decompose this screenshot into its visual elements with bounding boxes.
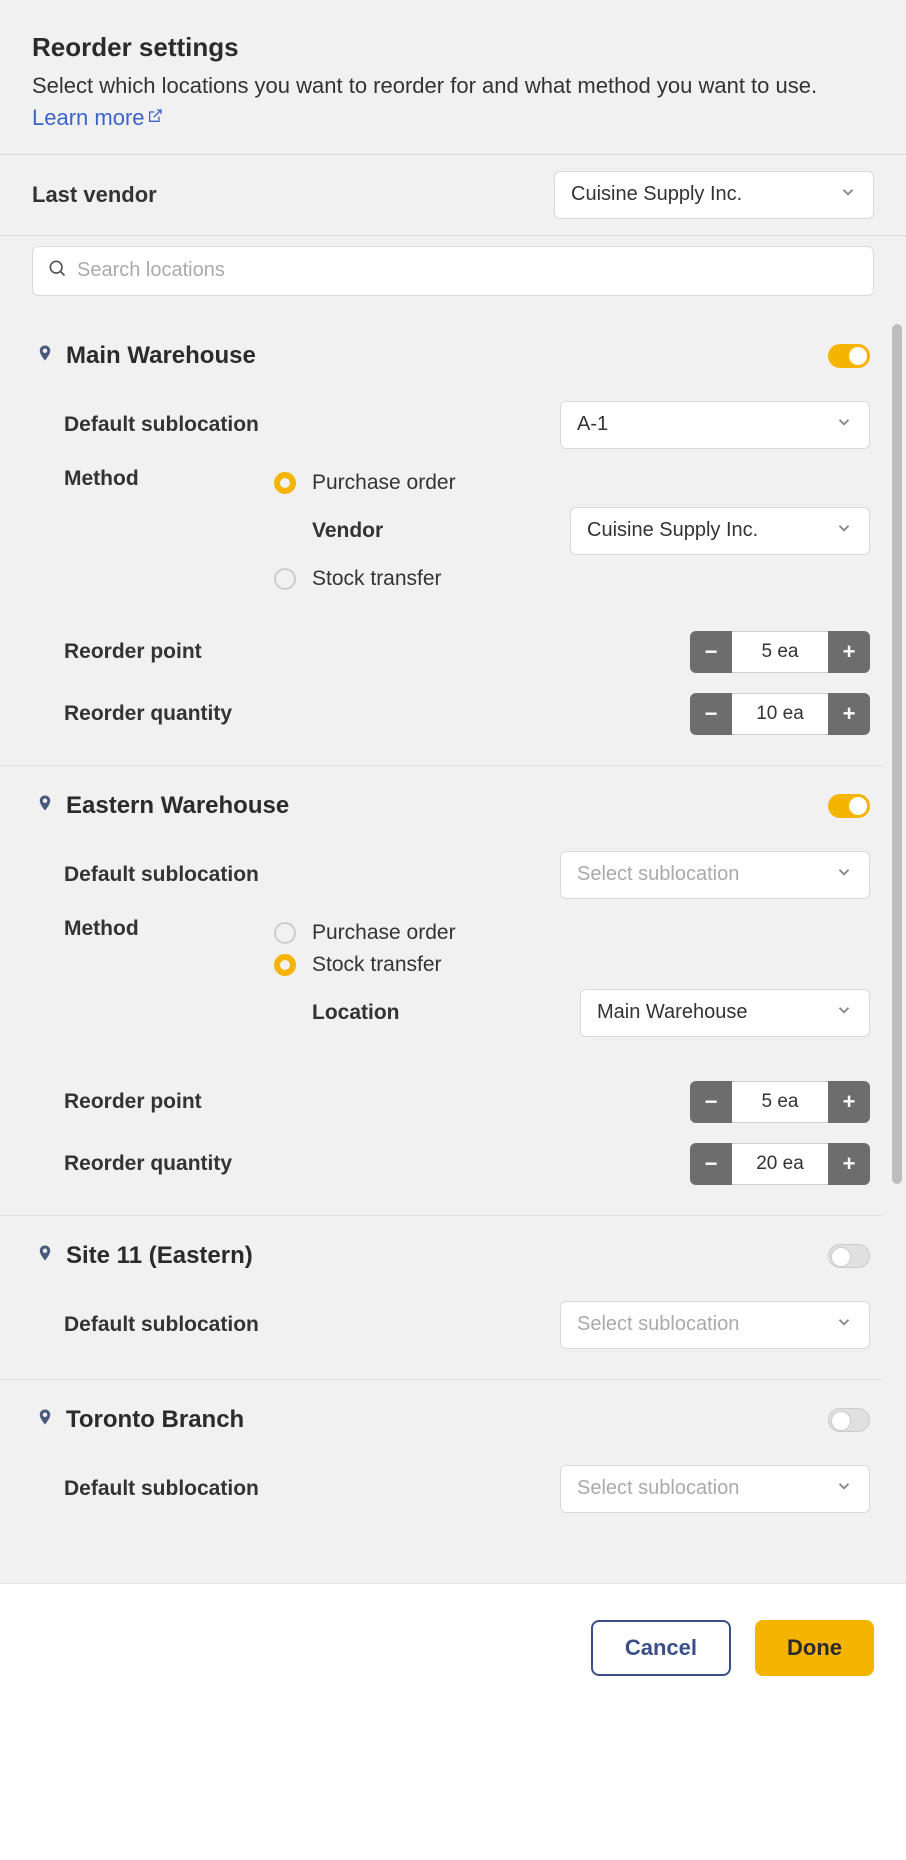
transfer-location-value: Main Warehouse [597, 1001, 747, 1024]
method-stock-transfer-radio[interactable]: Stock transfer [274, 563, 870, 595]
stepper-plus-button[interactable]: + [828, 1143, 870, 1185]
vendor-label: Vendor [312, 519, 383, 543]
reorder-point-stepper: − 5 ea + [690, 1081, 870, 1123]
radio-icon [274, 922, 296, 944]
stepper-plus-button[interactable]: + [828, 693, 870, 735]
external-link-icon [147, 102, 163, 133]
reorder-quantity-value[interactable]: 20 ea [732, 1143, 828, 1185]
learn-more-link[interactable]: Learn more [32, 105, 163, 130]
subtitle-text: Select which locations you want to reord… [32, 73, 817, 98]
default-sublocation-label: Default sublocation [64, 863, 259, 887]
radio-icon [274, 568, 296, 590]
method-purchase-order-radio[interactable]: Purchase order [274, 917, 870, 949]
sublocation-placeholder: Select sublocation [577, 863, 739, 886]
location-toggle[interactable] [828, 344, 870, 368]
search-icon [47, 258, 67, 283]
location-card: Toronto Branch Default sublocation Selec… [0, 1380, 882, 1543]
default-sublocation-label: Default sublocation [64, 413, 259, 437]
stepper-plus-button[interactable]: + [828, 631, 870, 673]
reorder-point-label: Reorder point [64, 1090, 202, 1114]
method-label: Method [64, 917, 274, 941]
cancel-button[interactable]: Cancel [591, 1620, 731, 1676]
reorder-point-value[interactable]: 5 ea [732, 1081, 828, 1123]
sublocation-select[interactable]: A-1 [560, 401, 870, 449]
location-name: Eastern Warehouse [66, 792, 289, 820]
location-pin-icon [36, 792, 54, 821]
reorder-quantity-label: Reorder quantity [64, 1152, 232, 1176]
reorder-quantity-label: Reorder quantity [64, 702, 232, 726]
reorder-point-value[interactable]: 5 ea [732, 631, 828, 673]
search-locations-field[interactable] [32, 246, 874, 296]
sublocation-placeholder: Select sublocation [577, 1313, 739, 1336]
reorder-quantity-stepper: − 20 ea + [690, 1143, 870, 1185]
sublocation-select[interactable]: Select sublocation [560, 851, 870, 899]
sublocation-placeholder: Select sublocation [577, 1477, 739, 1500]
method-purchase-order-label: Purchase order [312, 471, 456, 495]
last-vendor-label: Last vendor [32, 182, 157, 208]
location-toggle[interactable] [828, 1408, 870, 1432]
chevron-down-icon [835, 1001, 853, 1025]
sublocation-value: A-1 [577, 413, 608, 436]
stepper-minus-button[interactable]: − [690, 1081, 732, 1123]
location-pin-icon [36, 1242, 54, 1271]
scrollbar[interactable] [892, 324, 902, 1184]
transfer-location-label: Location [312, 1001, 400, 1025]
chevron-down-icon [835, 1313, 853, 1337]
stepper-plus-button[interactable]: + [828, 1081, 870, 1123]
search-input[interactable] [77, 259, 859, 282]
location-toggle[interactable] [828, 794, 870, 818]
vendor-value: Cuisine Supply Inc. [587, 519, 758, 542]
reorder-quantity-stepper: − 10 ea + [690, 693, 870, 735]
location-name: Toronto Branch [66, 1406, 244, 1434]
chevron-down-icon [835, 1477, 853, 1501]
default-sublocation-label: Default sublocation [64, 1477, 259, 1501]
stepper-minus-button[interactable]: − [690, 1143, 732, 1185]
radio-icon [274, 954, 296, 976]
method-stock-transfer-label: Stock transfer [312, 567, 442, 591]
reorder-point-label: Reorder point [64, 640, 202, 664]
method-label: Method [64, 467, 274, 491]
location-card: Site 11 (Eastern) Default sublocation Se… [0, 1216, 882, 1380]
chevron-down-icon [839, 183, 857, 207]
method-purchase-order-label: Purchase order [312, 921, 456, 945]
method-stock-transfer-label: Stock transfer [312, 953, 442, 977]
sublocation-select[interactable]: Select sublocation [560, 1465, 870, 1513]
location-toggle[interactable] [828, 1244, 870, 1268]
reorder-point-stepper: − 5 ea + [690, 631, 870, 673]
default-sublocation-label: Default sublocation [64, 1313, 259, 1337]
vendor-select[interactable]: Cuisine Supply Inc. [570, 507, 870, 555]
chevron-down-icon [835, 863, 853, 887]
method-stock-transfer-radio[interactable]: Stock transfer [274, 949, 870, 981]
location-pin-icon [36, 342, 54, 371]
stepper-minus-button[interactable]: − [690, 631, 732, 673]
radio-icon [274, 472, 296, 494]
done-button[interactable]: Done [755, 1620, 874, 1676]
chevron-down-icon [835, 519, 853, 543]
method-purchase-order-radio[interactable]: Purchase order [274, 467, 870, 499]
location-pin-icon [36, 1406, 54, 1435]
transfer-location-select[interactable]: Main Warehouse [580, 989, 870, 1037]
stepper-minus-button[interactable]: − [690, 693, 732, 735]
location-name: Main Warehouse [66, 342, 256, 370]
page-subtitle: Select which locations you want to reord… [32, 71, 874, 134]
last-vendor-value: Cuisine Supply Inc. [571, 183, 742, 206]
reorder-quantity-value[interactable]: 10 ea [732, 693, 828, 735]
chevron-down-icon [835, 413, 853, 437]
location-card: Eastern Warehouse Default sublocation Se… [0, 766, 882, 1216]
page-title: Reorder settings [32, 32, 874, 63]
location-card: Main Warehouse Default sublocation A-1 M… [0, 316, 882, 766]
last-vendor-select[interactable]: Cuisine Supply Inc. [554, 171, 874, 219]
sublocation-select[interactable]: Select sublocation [560, 1301, 870, 1349]
location-name: Site 11 (Eastern) [66, 1242, 253, 1270]
